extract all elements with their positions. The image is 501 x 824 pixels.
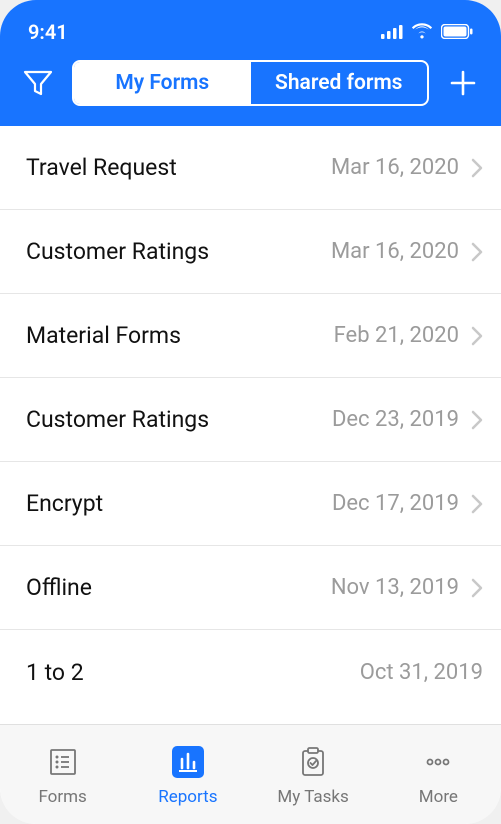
list-item[interactable]: Customer Ratings Mar 16, 2020 xyxy=(0,210,501,294)
nav-label: More xyxy=(419,787,458,807)
chevron-right-icon xyxy=(471,494,483,514)
nav-label: Reports xyxy=(158,787,217,807)
list-item[interactable]: Material Forms Feb 21, 2020 xyxy=(0,294,501,378)
list-item[interactable]: Offline Nov 13, 2019 xyxy=(0,546,501,630)
list-item-date: Dec 23, 2019 xyxy=(332,407,459,432)
header: 9:41 My Forms Shared forms xyxy=(0,0,501,126)
nav-mytasks[interactable]: My Tasks xyxy=(251,725,376,824)
nav-label: My Tasks xyxy=(277,787,348,807)
forms-list: Travel RequestMar 16, 2020Customer Ratin… xyxy=(0,126,501,724)
bottom-nav: Forms Reports My Tasks More xyxy=(0,724,501,824)
reports-icon xyxy=(169,743,207,781)
status-time: 9:41 xyxy=(28,20,68,44)
list-item-date: Mar 16, 2020 xyxy=(331,239,459,264)
nav-more[interactable]: More xyxy=(376,725,501,824)
view-segment: My Forms Shared forms xyxy=(72,60,429,106)
chevron-right-icon xyxy=(471,578,483,598)
more-icon xyxy=(419,743,457,781)
list-item-date: Nov 13, 2019 xyxy=(331,575,459,600)
list-item-date: Oct 31, 2019 xyxy=(360,660,483,685)
app-screen: 9:41 My Forms Shared forms xyxy=(0,0,501,824)
chevron-right-icon xyxy=(471,410,483,430)
tab-shared-forms[interactable]: Shared forms xyxy=(251,62,428,104)
list-item[interactable]: 1 to 2 Oct 31, 2019 xyxy=(0,630,501,714)
chevron-right-icon xyxy=(471,158,483,178)
nav-label: Forms xyxy=(38,787,86,807)
list-item[interactable]: Encrypt Dec 17, 2019 xyxy=(0,462,501,546)
add-button[interactable] xyxy=(445,65,481,101)
list-item-title: 1 to 2 xyxy=(26,659,348,686)
list-item-date: Mar 16, 2020 xyxy=(331,155,459,180)
list-item-date: Dec 17, 2019 xyxy=(332,491,459,516)
list-item[interactable]: Travel Request Mar 16, 2020 xyxy=(0,126,501,210)
list-item-title: Travel Request xyxy=(26,154,319,181)
list-item-title: Customer Ratings xyxy=(26,406,320,433)
signal-icon xyxy=(381,20,403,44)
list-item[interactable]: Customer Ratings Dec 23, 2019 xyxy=(0,378,501,462)
list-item-title: Encrypt xyxy=(26,490,320,517)
list-item-title: Offline xyxy=(26,574,319,601)
filter-icon[interactable] xyxy=(20,65,56,101)
chevron-right-icon xyxy=(471,242,483,262)
toolbar: My Forms Shared forms xyxy=(0,50,501,112)
forms-icon xyxy=(44,743,82,781)
list-item-title: Material Forms xyxy=(26,322,322,349)
battery-icon xyxy=(441,20,473,44)
tab-my-forms[interactable]: My Forms xyxy=(74,62,251,104)
mytasks-icon xyxy=(294,743,332,781)
chevron-right-icon xyxy=(471,326,483,346)
list-item-date: Feb 21, 2020 xyxy=(334,323,459,348)
nav-forms[interactable]: Forms xyxy=(0,725,125,824)
status-indicators xyxy=(381,20,473,44)
wifi-icon xyxy=(411,20,433,44)
list-item-title: Customer Ratings xyxy=(26,238,319,265)
status-bar: 9:41 xyxy=(0,14,501,50)
nav-reports[interactable]: Reports xyxy=(125,725,250,824)
